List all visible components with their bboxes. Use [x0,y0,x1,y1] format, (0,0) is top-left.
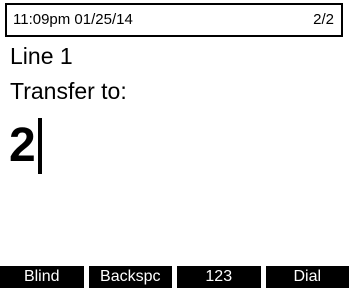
line-label: Line 1 [10,43,73,69]
time-date-readout: 11:09pm 01/25/14 [13,11,133,28]
dial-softkey[interactable]: Dial [265,266,349,288]
softkey-bar: Blind Backspc 123 Dial [0,266,349,288]
transfer-prompt: Transfer to: [10,78,127,104]
page-indicator: 2/2 [313,11,334,28]
status-bar: 11:09pm 01/25/14 2/2 [5,3,343,37]
backspace-softkey[interactable]: Backspc [88,266,172,288]
numeric-mode-softkey[interactable]: 123 [177,266,261,288]
text-cursor [37,118,42,174]
blind-softkey[interactable]: Blind [0,266,84,288]
transfer-number-input[interactable]: 2 [9,118,42,182]
phone-display: 11:09pm 01/25/14 2/2 Line 1 Transfer to:… [0,0,349,288]
entered-number: 2 [9,119,36,172]
